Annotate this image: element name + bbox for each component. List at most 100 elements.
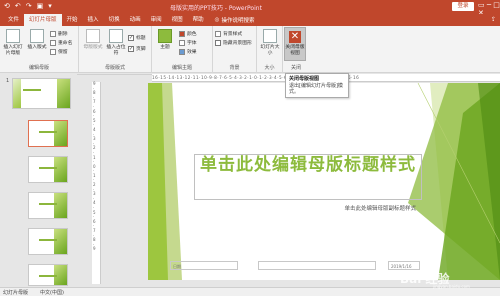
group-edit-theme: 主题 颜色 字体 效果 编辑主题 xyxy=(152,26,213,73)
thumbnail-decoration xyxy=(54,229,67,254)
checkbox-checked-icon: ✓ xyxy=(128,34,134,41)
themes-label: 主题 xyxy=(160,45,170,50)
rename-button[interactable]: 重命名 xyxy=(50,39,72,46)
checkbox-checked-icon: ✓ xyxy=(128,45,134,52)
slide-title: 单击此处编辑母版标题样式 xyxy=(200,155,416,175)
presentation-icon[interactable]: ▣ xyxy=(37,2,44,10)
slide-date[interactable]: 2019/1/16 xyxy=(388,261,420,270)
layout-thumbnail[interactable] xyxy=(28,228,68,255)
thumbnail-decoration xyxy=(54,193,67,218)
baidu-watermark-url: jingyan.baidu.com xyxy=(433,284,470,289)
slide-subtitle[interactable]: 单击此处编辑母版副标题样式 xyxy=(194,204,416,212)
tab-animations[interactable]: 动画 xyxy=(125,14,146,26)
close-master-view-button[interactable]: ✕ 关闭母版视图 xyxy=(284,27,306,61)
colors-icon xyxy=(179,30,185,37)
insert-placeholder-button[interactable]: 插入占位符 xyxy=(105,29,127,56)
insert-layout-button[interactable]: 插入版式 xyxy=(26,29,48,51)
save-icon[interactable]: ⟲ xyxy=(4,2,10,10)
delete-button[interactable]: 删除 xyxy=(50,30,68,37)
tab-slide-master[interactable]: 幻灯片母版 xyxy=(24,14,62,26)
tab-home[interactable]: 开始 xyxy=(62,14,83,26)
checkbox-unchecked-icon xyxy=(215,39,221,46)
preserve-button[interactable]: 保留 xyxy=(50,48,68,55)
group-background: 背景样式 隐藏背景图形 背景 xyxy=(213,26,257,73)
slide-size-button[interactable]: 幻灯片大小 xyxy=(259,29,281,56)
hide-background-label: 隐藏背景图形 xyxy=(223,41,252,46)
redo-icon[interactable]: ↷ xyxy=(26,2,32,10)
group-master-layout: 母版版式 插入占位符 ✓ 标题 ✓ 页脚 母版版式 xyxy=(79,26,152,73)
login-button[interactable]: 登录 xyxy=(452,2,474,11)
tab-file[interactable]: 文件 xyxy=(3,14,24,26)
effects-icon xyxy=(179,48,185,55)
tab-transitions[interactable]: 切换 xyxy=(104,14,125,26)
insert-slide-master-label: 插入幻灯片母版 xyxy=(3,45,23,56)
tell-me-search[interactable]: ◎ 操作说明搜索 xyxy=(209,16,255,24)
ribbon-tabs: 文件 幻灯片母版 开始 插入 切换 动画 审阅 视图 帮助 ◎ 操作说明搜索 xyxy=(0,14,500,26)
vertical-ruler: 9 · 8 · 7 · 6 · 5 · 4 · 3 · 2 · 1 · 0 · … xyxy=(92,81,101,284)
group-size: 幻灯片大小 大小 xyxy=(257,26,283,73)
date-placeholder[interactable]: 日期 xyxy=(170,261,238,270)
quick-access-toolbar: ⟲ ↶ ↷ ▣ ▾ xyxy=(4,2,52,10)
slide-master-icon xyxy=(6,29,20,43)
tab-view[interactable]: 视图 xyxy=(167,14,188,26)
status-view-mode: 幻灯片母版 xyxy=(3,289,29,296)
close-icon: ✕ xyxy=(289,31,301,43)
slide-size-icon xyxy=(263,29,277,43)
group-label-master-layout: 母版版式 xyxy=(104,65,125,71)
tooltip-description: 退出[编辑幻灯片母版]模式。 xyxy=(289,82,343,96)
layout-thumbnail-selected[interactable] xyxy=(28,120,68,147)
insert-layout-label: 插入版式 xyxy=(27,45,47,50)
title-bar: ⟲ ↶ ↷ ▣ ▾ 母版实用的PPT技巧 - PowerPoint 登录 ▭ ─… xyxy=(0,0,500,17)
thumbnail-title-line xyxy=(23,89,41,91)
slide-canvas[interactable]: 单击此处编辑母版标题样式 单击此处编辑母版副标题样式 日期 2019/1/16 xyxy=(148,83,500,280)
share-icon[interactable]: ⇪ xyxy=(491,16,496,23)
rename-icon xyxy=(50,39,56,46)
group-label-background: 背景 xyxy=(229,65,240,71)
layout-icon xyxy=(30,29,44,43)
tab-help[interactable]: 帮助 xyxy=(188,14,209,26)
master-layout-button[interactable]: 母版版式 xyxy=(82,29,104,51)
effects-button[interactable]: 效果 xyxy=(179,48,197,55)
status-bar: 幻灯片母版 中文(中国) xyxy=(0,287,500,296)
thumbnail-decoration xyxy=(54,121,67,146)
tab-review[interactable]: 审阅 xyxy=(146,14,167,26)
vertical-ruler-ticks: 9 · 8 · 7 · 6 · 5 · 4 · 3 · 2 · 1 · 0 · … xyxy=(93,81,96,252)
title-placeholder[interactable]: 单击此处编辑母版标题样式 xyxy=(194,154,422,200)
themes-button[interactable]: 主题 xyxy=(154,29,176,51)
footer-placeholder[interactable] xyxy=(258,261,376,270)
fonts-button[interactable]: 字体 xyxy=(179,39,197,46)
group-label-edit-master: 编辑母版 xyxy=(28,65,49,71)
colors-button[interactable]: 颜色 xyxy=(179,30,197,37)
delete-label: 删除 xyxy=(58,32,68,37)
layout-thumbnail[interactable] xyxy=(28,264,68,286)
group-label-size: 大小 xyxy=(264,65,275,71)
window-title: 母版实用的PPT技巧 - PowerPoint xyxy=(170,5,262,12)
layout-thumbnail[interactable] xyxy=(28,192,68,219)
hide-background-checkbox[interactable]: 隐藏背景图形 xyxy=(215,39,252,46)
thumbnail-title-line xyxy=(39,131,57,133)
slide-thumbnail-pane: 1 xyxy=(0,74,77,287)
background-styles-button[interactable]: 背景样式 xyxy=(215,30,242,37)
master-layout-label: 母版版式 xyxy=(83,45,103,50)
preserve-label: 保留 xyxy=(58,50,68,55)
effects-label: 效果 xyxy=(187,50,197,55)
undo-icon[interactable]: ↶ xyxy=(15,2,21,10)
title-checkbox[interactable]: ✓ 标题 xyxy=(128,34,146,41)
slide-size-label: 幻灯片大小 xyxy=(260,45,280,56)
placeholder-icon xyxy=(109,29,123,43)
thumbnail-title-line xyxy=(39,167,57,169)
status-language[interactable]: 中文(中国) xyxy=(40,289,64,296)
layout-thumbnail[interactable] xyxy=(28,156,68,183)
tab-insert[interactable]: 插入 xyxy=(83,14,104,26)
background-styles-icon xyxy=(215,30,221,37)
footer-checkbox[interactable]: ✓ 页脚 xyxy=(128,45,146,52)
customize-dropdown-icon[interactable]: ▾ xyxy=(48,2,52,10)
thumbnail-title-line xyxy=(39,275,57,277)
thumbnail-title-line xyxy=(39,239,57,241)
ribbon: 插入幻灯片母版 插入版式 删除 重命名 保留 编辑母版 母版版式 插入占位符 ✓… xyxy=(0,26,500,73)
master-thumbnail[interactable] xyxy=(12,78,71,109)
insert-slide-master-button[interactable]: 插入幻灯片母版 xyxy=(2,29,24,56)
thumbnail-title-line xyxy=(39,203,57,205)
rename-label: 重命名 xyxy=(58,41,73,46)
master-layout-icon xyxy=(86,29,100,43)
